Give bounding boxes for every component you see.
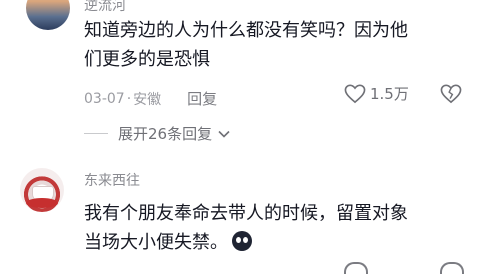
comment-text-line: 们更多的是恐惧 (84, 49, 210, 70)
comment-text-line-with-emoji: 当场大小便失禁。 (84, 228, 408, 257)
expand-replies-button[interactable]: 展开26条回复 (84, 123, 230, 144)
like-count: 1.5万 (370, 85, 409, 103)
comment-text-line: 我有个朋友奉命去带人的时候，留置对象 (84, 203, 408, 224)
comment-username[interactable]: 东来西往 (84, 170, 140, 190)
dislike-button[interactable] (440, 84, 462, 108)
reply-button[interactable]: 回复 (187, 88, 217, 109)
avatar-red-shape (26, 198, 58, 208)
broken-heart-icon (440, 84, 462, 104)
comment-date: 03-07 (84, 90, 125, 107)
expand-replies-label: 展开26条回复 (118, 125, 213, 143)
meta-separator: · (126, 90, 132, 107)
like-button[interactable]: 1.5万 (344, 83, 409, 104)
avatar[interactable] (20, 168, 64, 212)
broken-heart-icon[interactable] (440, 262, 464, 274)
comment-username[interactable]: 逆流河 (84, 0, 126, 15)
comment-location: 安徽 (133, 91, 162, 108)
avatar[interactable] (26, 0, 70, 30)
comment-text-line: 当场大小便失禁。 (84, 232, 228, 253)
black-face-emoji-icon (232, 231, 252, 251)
comment-text: 知道旁边的人为什么都没有笑吗？因为他 们更多的是恐惧 (84, 16, 408, 74)
comment-meta: 03-07 · 安徽 回复 (84, 88, 217, 109)
comment-text-line: 知道旁边的人为什么都没有笑吗？因为他 (84, 20, 408, 41)
comment-text: 我有个朋友奉命去带人的时候，留置对象 当场大小便失禁。 (84, 199, 408, 257)
heart-outline-icon (344, 84, 366, 103)
chevron-down-icon (218, 130, 230, 138)
divider (84, 133, 108, 134)
heart-outline-icon[interactable] (344, 262, 368, 274)
